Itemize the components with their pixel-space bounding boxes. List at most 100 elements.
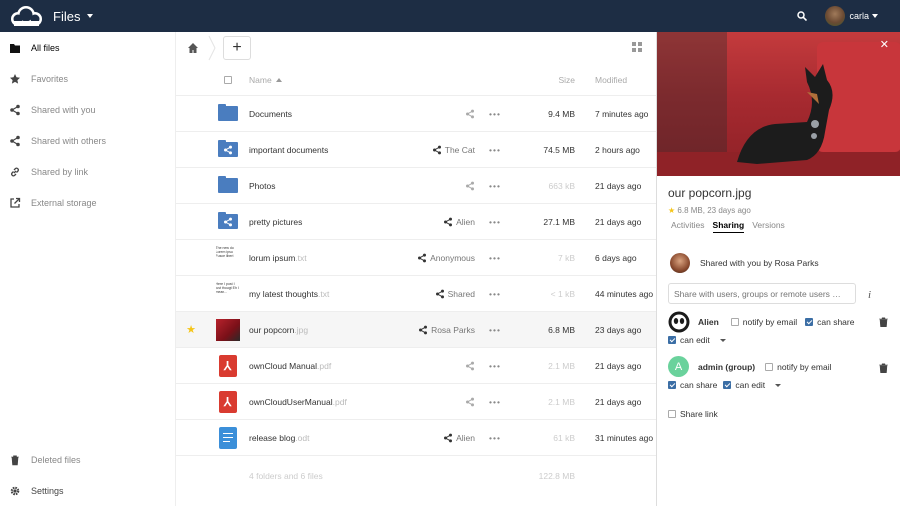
- more-actions-icon[interactable]: •••: [475, 325, 515, 335]
- sort-by-name[interactable]: Name: [249, 75, 389, 85]
- file-name[interactable]: important documents: [249, 145, 328, 155]
- share-button[interactable]: [389, 361, 475, 371]
- share-button[interactable]: Alien: [389, 217, 475, 227]
- sidebar-item-deleted-files[interactable]: Deleted files: [0, 444, 176, 475]
- favorite-star-icon[interactable]: ★: [186, 323, 196, 336]
- share-input[interactable]: [668, 283, 856, 304]
- folder-icon: [10, 43, 20, 53]
- more-actions-icon[interactable]: •••: [475, 397, 515, 407]
- table-row[interactable]: ⅄ ownCloudUserManual.pdf ••• 2.1 MB 21 days …: [176, 384, 656, 420]
- share-icon: [432, 145, 441, 154]
- share-button[interactable]: The Cat: [389, 145, 475, 155]
- table-row[interactable]: important documents The Cat ••• 74.5 MB 2 ho…: [176, 132, 656, 168]
- file-name[interactable]: lorum ipsum: [249, 253, 295, 263]
- file-name[interactable]: ownCloudUserManual: [249, 397, 333, 407]
- share-button[interactable]: Rosa Parks: [389, 325, 475, 335]
- file-name[interactable]: Documents: [249, 109, 292, 119]
- app-menu-button[interactable]: Files: [53, 9, 94, 24]
- can-share-checkbox[interactable]: [805, 318, 814, 326]
- file-modified: 21 days ago: [595, 396, 642, 407]
- more-actions-icon[interactable]: •••: [475, 181, 515, 191]
- more-actions-icon[interactable]: •••: [475, 361, 515, 371]
- chevron-down-icon[interactable]: [719, 338, 726, 342]
- home-icon[interactable]: [187, 42, 199, 54]
- share-icon: [444, 217, 453, 226]
- sidebar-item-shared-by-link[interactable]: Shared by link: [0, 156, 175, 187]
- more-actions-icon[interactable]: •••: [475, 109, 515, 119]
- tab-versions[interactable]: Versions: [752, 220, 785, 233]
- file-name[interactable]: Photos: [249, 181, 275, 191]
- more-actions-icon[interactable]: •••: [475, 145, 515, 155]
- notify-checkbox[interactable]: [765, 362, 774, 371]
- sidebar-item-favorites[interactable]: Favorites: [0, 63, 175, 94]
- can-edit-checkbox[interactable]: [668, 336, 676, 344]
- sidebar-item-external-storage[interactable]: External storage: [0, 187, 175, 218]
- more-actions-icon[interactable]: •••: [475, 217, 515, 227]
- delete-share-icon[interactable]: [879, 363, 888, 373]
- add-new-button[interactable]: +: [223, 36, 251, 60]
- share-link-row: Share link: [668, 409, 718, 419]
- favorite-star-icon[interactable]: ★: [668, 206, 675, 215]
- owncloud-logo-icon[interactable]: [8, 5, 44, 27]
- more-actions-icon[interactable]: •••: [475, 253, 515, 263]
- table-row[interactable]: ⅄ ownCloud Manual.pdf ••• 2.1 MB 21 days ago: [176, 348, 656, 384]
- share-owner-label: Anonymous: [430, 252, 475, 263]
- table-row[interactable]: release blog.odt Alien ••• 61 kB 31 minutes …: [176, 420, 656, 456]
- share-button[interactable]: [389, 397, 475, 407]
- detail-filename: our popcorn.jpg: [668, 186, 752, 200]
- select-all-checkbox[interactable]: [223, 75, 232, 84]
- file-name[interactable]: our popcorn: [249, 325, 294, 335]
- detail-meta-text: 6.8 MB, 23 days ago: [677, 206, 751, 215]
- share-entry-admin-group: A admin (group) notify by email: [668, 356, 831, 377]
- column-header-size[interactable]: Size: [515, 75, 575, 85]
- search-icon[interactable]: [797, 11, 808, 21]
- sidebar-item-settings[interactable]: Settings: [0, 475, 176, 506]
- share-button[interactable]: Alien: [389, 433, 475, 443]
- share-button[interactable]: Shared: [389, 289, 475, 299]
- can-edit-checkbox[interactable]: [723, 381, 732, 389]
- table-row[interactable]: Here I post I just thougt Eh I mean... my…: [176, 276, 656, 312]
- sidebar-item-shared-with-others[interactable]: Shared with others: [0, 125, 175, 156]
- more-actions-icon[interactable]: •••: [475, 289, 515, 299]
- tab-sharing[interactable]: Sharing: [712, 220, 745, 233]
- user-menu-button[interactable]: carla: [849, 11, 878, 21]
- table-row[interactable]: pretty pictures Alien ••• 27.1 MB 21 days ag…: [176, 204, 656, 240]
- file-name[interactable]: pretty pictures: [249, 217, 302, 227]
- close-icon[interactable]: ✕: [880, 38, 889, 51]
- tab-activities[interactable]: Activities: [671, 220, 705, 233]
- table-row[interactable]: Photos ••• 663 kB 21 days ago: [176, 168, 656, 204]
- share-icon: [444, 433, 453, 442]
- file-modified: 23 days ago: [595, 324, 642, 335]
- breadcrumb-separator: [208, 35, 216, 61]
- file-extension: .odt: [295, 432, 310, 443]
- user-avatar[interactable]: [825, 6, 846, 26]
- sidebar-item-shared-with-you[interactable]: Shared with you: [0, 94, 175, 125]
- table-row[interactable]: The new do Lorem ipsu Fusce liberi lorum …: [176, 240, 656, 276]
- sidebar-item-label: Settings: [31, 485, 64, 496]
- delete-share-icon[interactable]: [879, 317, 888, 327]
- can-share-checkbox[interactable]: [668, 381, 676, 389]
- column-header-modified[interactable]: Modified: [575, 75, 655, 85]
- share-button[interactable]: [389, 109, 475, 119]
- file-name[interactable]: release blog: [249, 433, 295, 443]
- info-icon[interactable]: i: [868, 289, 871, 301]
- file-size: 2.1 MB: [548, 396, 575, 407]
- more-actions-icon[interactable]: •••: [475, 433, 515, 443]
- controls-bar: +: [176, 32, 656, 64]
- share-button[interactable]: [389, 181, 475, 191]
- share-icon: [466, 397, 474, 406]
- notify-checkbox[interactable]: [730, 318, 739, 326]
- file-extension: .jpg: [294, 324, 309, 335]
- chevron-down-icon[interactable]: [775, 383, 782, 387]
- document-icon: [218, 426, 237, 449]
- share-perm-row: can share can edit: [668, 380, 782, 390]
- share-button[interactable]: Anonymous: [389, 253, 475, 263]
- file-name[interactable]: my latest thoughts: [249, 289, 318, 299]
- file-name[interactable]: ownCloud Manual: [249, 361, 317, 371]
- grid-view-icon[interactable]: [632, 42, 642, 52]
- share-link-checkbox[interactable]: [668, 410, 676, 418]
- table-row[interactable]: Documents ••• 9.4 MB 7 minutes ago: [176, 96, 656, 132]
- table-row[interactable]: ★ our popcorn.jpg Rosa Parks ••• 6.8 MB 23 da…: [176, 312, 656, 348]
- file-size: 74.5 MB: [543, 144, 575, 155]
- sidebar-item-all-files[interactable]: All files: [0, 32, 175, 63]
